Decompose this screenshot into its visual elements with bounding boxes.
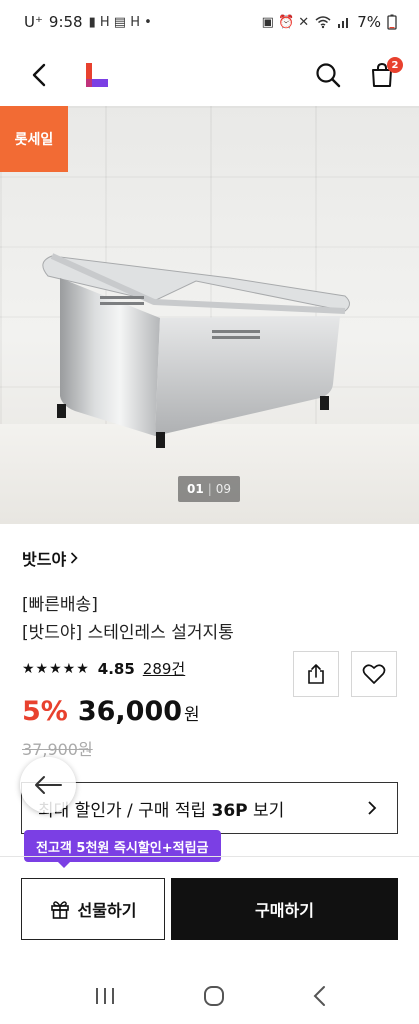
home-logo-button[interactable] <box>82 60 112 90</box>
wishlist-button[interactable] <box>351 651 397 697</box>
back-icon[interactable] <box>311 984 327 1008</box>
top-nav: 2 <box>0 44 419 106</box>
currency-unit: 원 <box>184 705 200 725</box>
buy-button-label: 구매하기 <box>255 901 314 920</box>
price-row: 5% 36,000 원 <box>22 696 200 727</box>
pager-total: 09 <box>215 482 232 496</box>
clock: 9:58 <box>48 13 83 31</box>
gift-button[interactable]: 선물하기 <box>21 878 165 940</box>
rating-score: 4.85 <box>97 659 135 678</box>
system-icons: ▣ ⏰ ✕ <box>261 14 310 30</box>
gift-button-label: 선물하기 <box>77 901 137 920</box>
lotte-sale-badge: 롯세일 <box>0 106 68 172</box>
gift-icon <box>50 901 69 919</box>
carrier-label: U⁺ <box>24 13 43 31</box>
floating-back-button[interactable] <box>20 757 76 813</box>
max-discount-suffix: 보기 <box>247 800 285 821</box>
pager-current: 01 <box>186 482 204 496</box>
search-button[interactable] <box>313 60 343 90</box>
original-price: 37,900원 <box>22 740 93 759</box>
chevron-right-icon <box>71 552 78 564</box>
battery-icon <box>387 14 397 30</box>
back-button[interactable] <box>24 60 54 90</box>
status-right: ▣ ⏰ ✕ 7% <box>262 13 397 31</box>
buy-button[interactable]: 구매하기 <box>171 878 398 940</box>
brand-link[interactable]: 밧드야 <box>22 546 78 570</box>
share-icon <box>308 664 324 684</box>
search-icon <box>316 63 341 88</box>
pager-separator: | <box>207 482 212 496</box>
android-nav-bar <box>0 968 419 1024</box>
notification-icons: ▮ H ▤ H • <box>88 14 152 30</box>
max-discount-label: 최대 할인가 / 구매 적립 36P 보기 <box>38 796 284 821</box>
status-left: U⁺ 9:58 ▮ H ▤ H • <box>24 13 152 31</box>
discount-rate: 5% <box>22 696 68 727</box>
brand-name: 밧드야 <box>22 550 67 569</box>
recent-apps-icon[interactable] <box>93 986 117 1006</box>
product-title: [밧드야] 스테인레스 설거지통 <box>22 623 234 643</box>
review-count-link[interactable]: 289건 <box>143 658 185 679</box>
cart-count-badge: 2 <box>387 57 403 73</box>
cart-button[interactable]: 2 <box>367 57 403 90</box>
promo-tooltip: 전고객 5천원 즉시할인+적립금 <box>24 830 221 868</box>
status-bar: U⁺ 9:58 ▮ H ▤ H • ▣ ⏰ ✕ 7% <box>0 0 419 44</box>
home-icon[interactable] <box>202 984 226 1008</box>
back-arrow-icon <box>32 63 46 87</box>
sale-price: 36,000 원 <box>78 696 200 727</box>
bottom-action-bar: 선물하기 구매하기 <box>21 878 398 940</box>
wifi-icon <box>315 16 331 29</box>
delivery-badge-text: [빠른배송] <box>22 595 98 615</box>
share-button[interactable] <box>293 651 339 697</box>
product-image-carousel[interactable]: 롯세일 <box>0 106 419 524</box>
lotte-logo-icon <box>86 63 108 87</box>
nav-right: 2 <box>313 57 403 90</box>
nav-left <box>24 60 112 90</box>
signal-icon <box>338 18 349 28</box>
image-pager: 01 | 09 <box>178 476 240 502</box>
chevron-right-icon <box>368 801 377 815</box>
rating-row: ★★★★★ 4.85 289건 <box>22 658 185 679</box>
left-arrow-icon <box>35 776 62 794</box>
max-discount-button[interactable]: 최대 할인가 / 구매 적립 36P 보기 <box>21 782 398 834</box>
battery-label: 7% <box>357 13 381 31</box>
divider <box>0 856 419 857</box>
heart-icon <box>362 664 386 684</box>
reward-points: 36P <box>211 800 248 821</box>
sale-price-value: 36,000 <box>77 696 183 727</box>
rating-stars: ★★★★★ <box>22 660 90 677</box>
